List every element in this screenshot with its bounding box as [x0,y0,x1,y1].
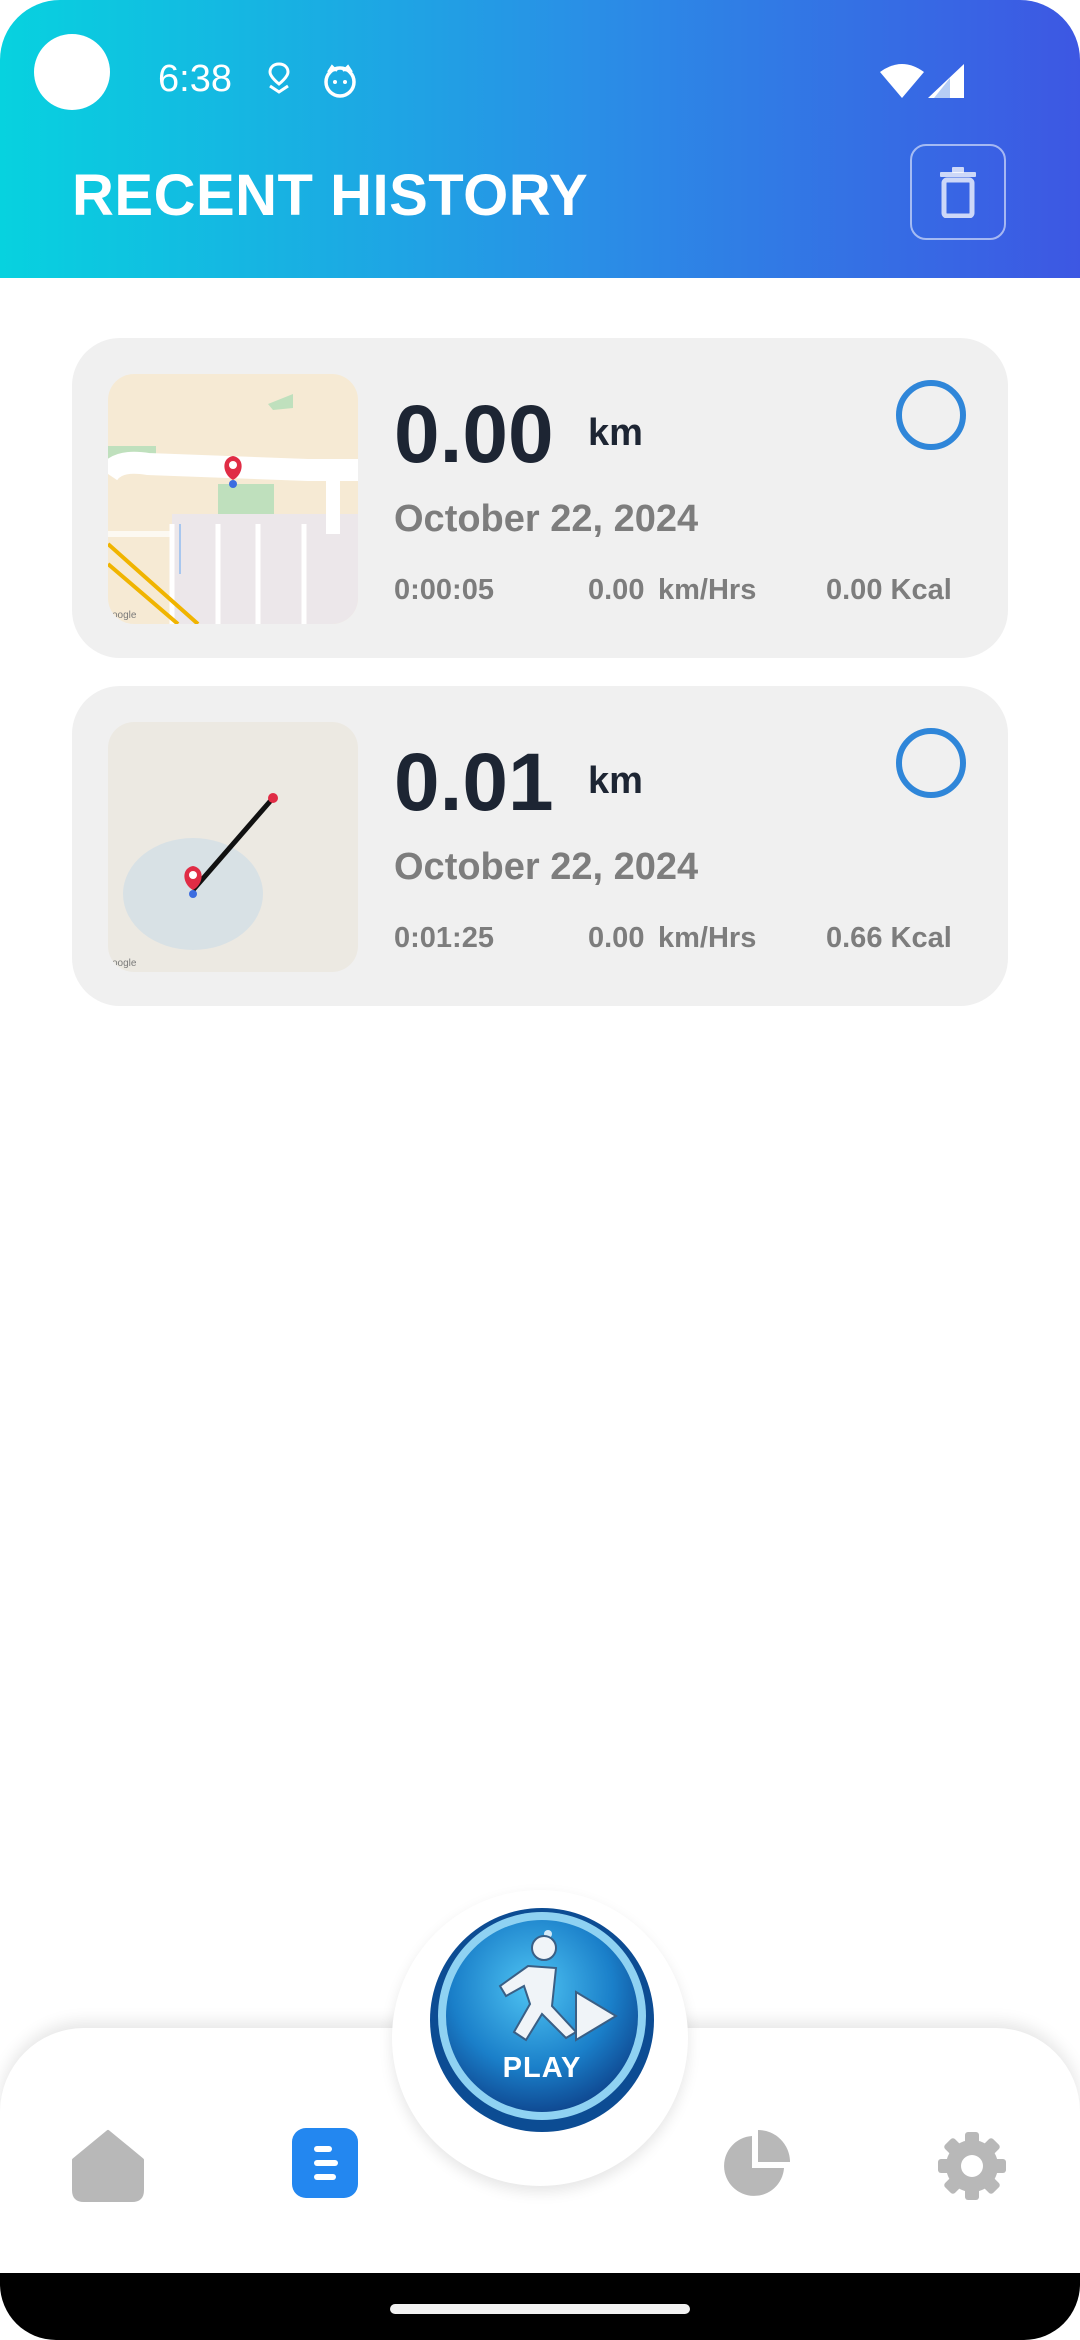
activity-calories: 0.00 Kcal [826,574,952,606]
nav-home[interactable] [70,2128,146,2204]
activity-date: October 22, 2024 [394,498,699,540]
activity-speed-unit: km/Hrs [658,574,757,606]
activity-date: October 22, 2024 [394,846,699,888]
select-radio[interactable] [896,728,966,798]
play-button[interactable]: PLAY [428,1906,656,2134]
cat-face-icon [322,62,358,98]
history-card[interactable]: oogle 0.01 km October 22, 2024 0:01:25 0… [72,686,1008,1006]
list-icon [292,2128,358,2198]
activity-duration: 0:01:25 [394,922,494,954]
home-icon [72,2130,144,2202]
location-icon [266,62,292,94]
map-attribution: oogle [112,610,137,621]
activity-speed: 0.00 [588,922,645,954]
status-time: 6:38 [158,58,232,100]
distance-unit: km [588,760,643,802]
home-indicator[interactable] [390,2304,690,2314]
nav-settings[interactable] [936,2130,1008,2202]
wifi-icon [880,64,924,98]
activity-speed: 0.00 [588,574,645,606]
gear-icon [938,2132,1006,2200]
trash-icon [940,167,976,218]
activity-duration: 0:00:05 [394,574,494,606]
camera-cutout [34,34,110,110]
play-label: PLAY [502,2052,582,2084]
distance-value: 0.00 [394,389,554,480]
history-card[interactable]: oogle 0.00 km October 22, 2024 0:00:05 0… [72,338,1008,658]
activity-calories: 0.66 Kcal [826,922,952,954]
select-radio[interactable] [896,380,966,450]
pie-chart-icon [724,2130,790,2196]
nav-history[interactable] [292,2128,358,2198]
map-attribution: oogle [112,958,137,969]
route-map-thumbnail: oogle [108,722,358,972]
delete-button[interactable] [910,144,1006,240]
distance-value: 0.01 [394,737,554,828]
signal-icon [928,64,964,98]
distance-unit: km [588,412,643,454]
route-map-thumbnail: oogle [108,374,358,624]
nav-stats[interactable] [720,2128,792,2200]
activity-speed-unit: km/Hrs [658,922,757,954]
page-title: RECENT HISTORY [72,163,589,228]
app-header: 6:38 RECENT HISTORY [0,0,1080,278]
